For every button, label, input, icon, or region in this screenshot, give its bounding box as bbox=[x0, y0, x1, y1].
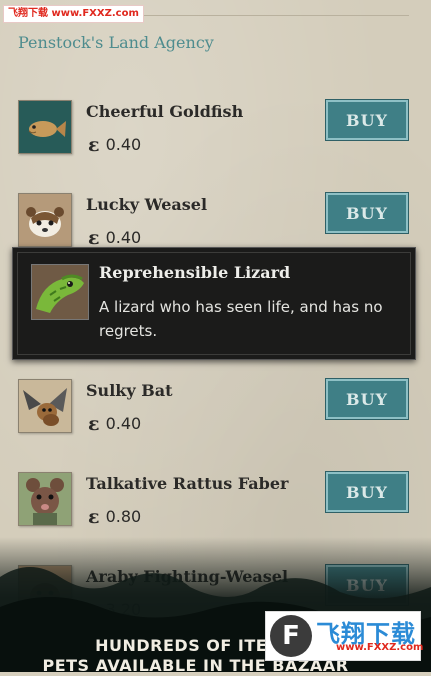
echo-currency-icon: ɛ bbox=[88, 412, 100, 435]
tooltip-title: Reprehensible Lizard bbox=[99, 263, 291, 282]
item-name: Araby Fighting-Weasel bbox=[86, 567, 289, 586]
list-item: Sulky Bat ɛ 0.40 BUY bbox=[0, 379, 431, 459]
item-name: Cheerful Goldfish bbox=[86, 102, 244, 121]
rat-icon bbox=[18, 472, 72, 526]
goldfish-icon bbox=[18, 100, 72, 154]
fighting-weasel-icon bbox=[18, 565, 72, 619]
tooltip-description: A lizard who has seen life, and has no r… bbox=[99, 298, 383, 340]
price-value: 3.20 bbox=[105, 600, 142, 619]
item-name: Sulky Bat bbox=[86, 381, 173, 400]
item-price: ɛ 0.40 bbox=[88, 414, 141, 433]
site-logo-watermark: F 飞翔下载 www.FXXZ.com bbox=[265, 611, 424, 661]
price-value: 0.40 bbox=[105, 414, 142, 433]
logo-icon: F bbox=[270, 615, 312, 657]
item-tooltip: Reprehensible Lizard A lizard who has se… bbox=[12, 247, 416, 360]
echo-currency-icon: ɛ bbox=[88, 133, 100, 156]
echo-currency-icon: ɛ bbox=[88, 226, 100, 249]
item-price: ɛ 0.40 bbox=[88, 135, 141, 154]
item-price: ɛ 3.20 bbox=[88, 600, 141, 619]
price-value: 0.40 bbox=[105, 135, 142, 154]
price-value: 0.40 bbox=[105, 228, 142, 247]
item-price: ɛ 0.40 bbox=[88, 228, 141, 247]
bat-icon bbox=[18, 379, 72, 433]
buy-button[interactable]: BUY bbox=[326, 100, 408, 140]
item-name: Lucky Weasel bbox=[86, 195, 208, 214]
weasel-icon bbox=[18, 193, 72, 247]
price-value: 0.80 bbox=[105, 507, 142, 526]
lizard-icon bbox=[31, 264, 89, 320]
list-item: Cheerful Goldfish ɛ 0.40 BUY bbox=[0, 100, 431, 180]
echo-currency-icon: ɛ bbox=[88, 505, 100, 528]
item-price: ɛ 0.80 bbox=[88, 507, 141, 526]
shop-title: Penstock's Land Agency bbox=[18, 33, 214, 52]
watermark-text: 飞翔下载 www.FXXZ.com bbox=[3, 5, 144, 23]
buy-button[interactable]: BUY bbox=[326, 472, 408, 512]
echo-currency-icon: ɛ bbox=[88, 598, 100, 621]
item-name: Talkative Rattus Faber bbox=[86, 474, 289, 493]
buy-button[interactable]: BUY bbox=[326, 565, 408, 605]
buy-button[interactable]: BUY bbox=[326, 379, 408, 419]
buy-button[interactable]: BUY bbox=[326, 193, 408, 233]
list-item: Talkative Rattus Faber ɛ 0.80 BUY bbox=[0, 472, 431, 552]
logo-url: www.FXXZ.com bbox=[336, 642, 424, 653]
